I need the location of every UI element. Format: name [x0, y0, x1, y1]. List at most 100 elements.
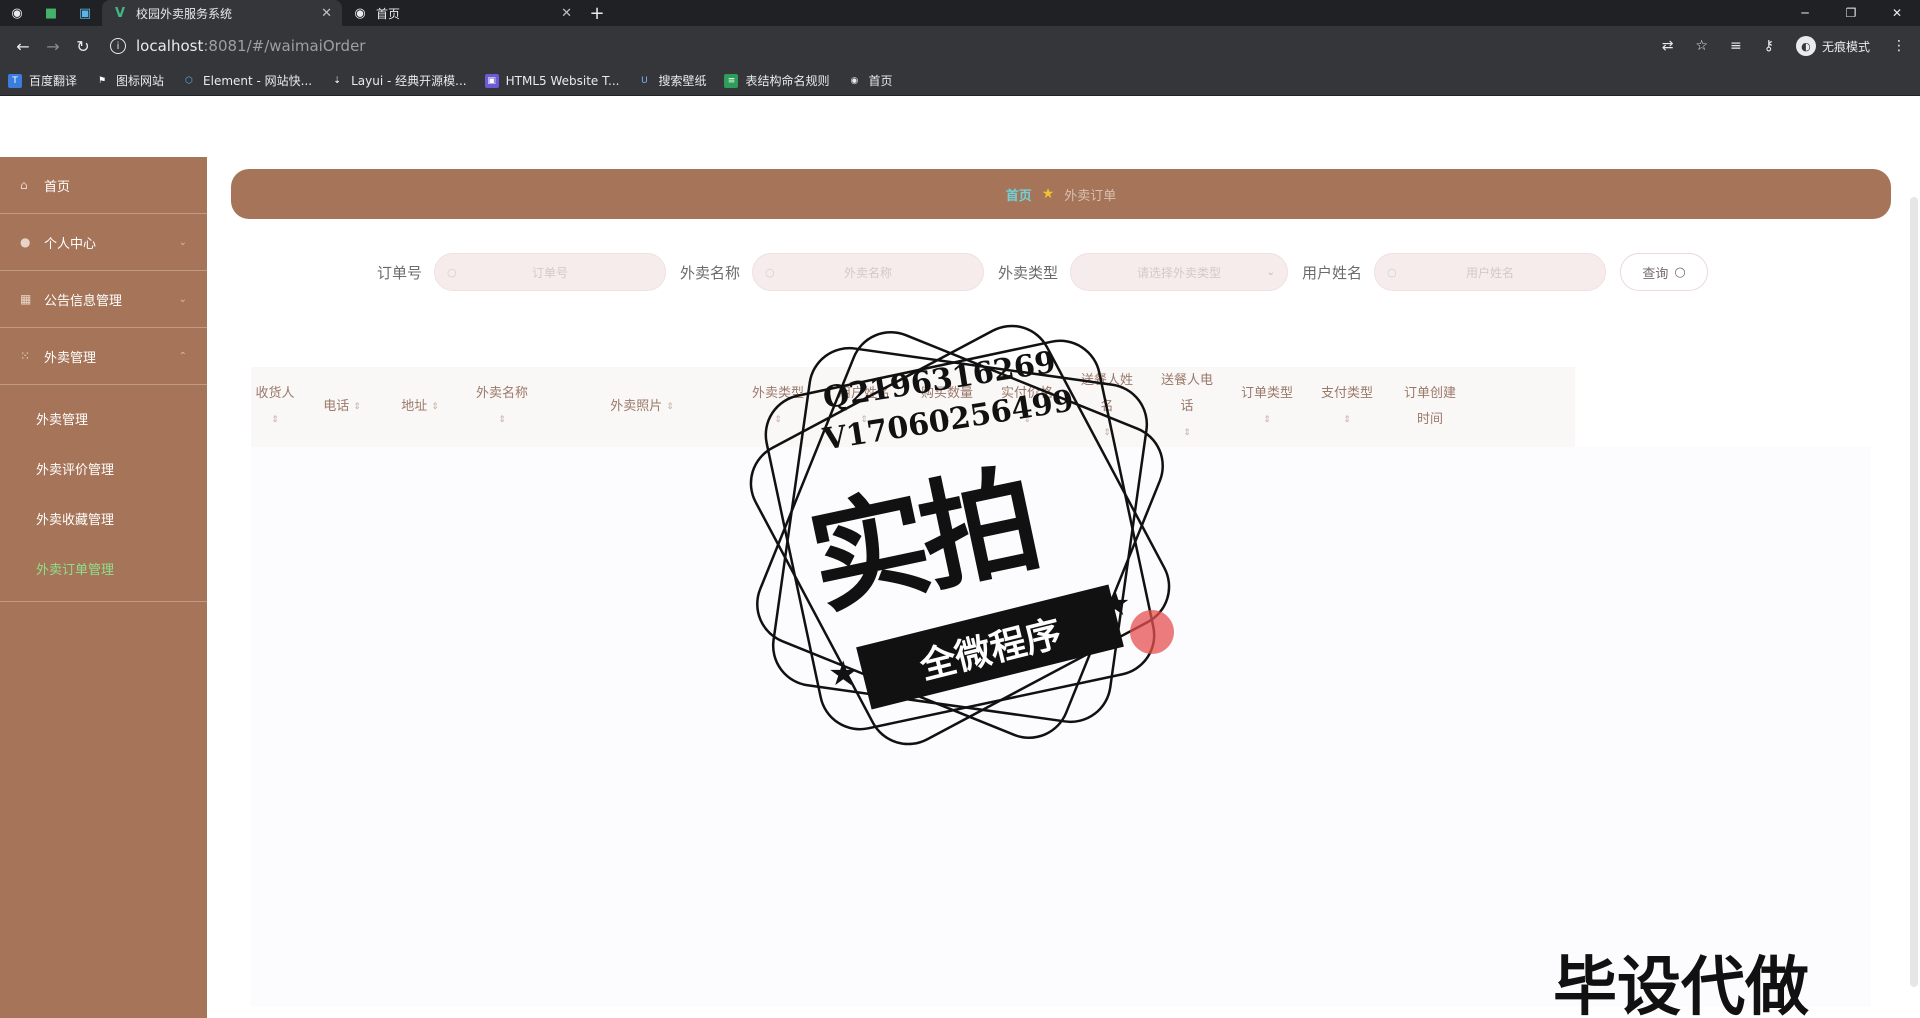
search-form: 订单号 ○ 订单号 外卖名称 ○ 外卖名称 外卖类型 请选择外卖类型 ⌄ 用户姓…: [231, 247, 1891, 297]
user-name-input[interactable]: ○ 用户姓名: [1374, 253, 1607, 291]
bookmark[interactable]: T 百度翻译: [8, 72, 77, 89]
page-scrollbar[interactable]: [1910, 197, 1918, 987]
globe-icon: ◉: [850, 75, 859, 86]
incognito-indicator[interactable]: ◐ 无痕模式: [1795, 36, 1870, 56]
sidebar-item-label: 首页: [44, 179, 71, 195]
menu-icon: ⁙: [20, 349, 31, 363]
food-type-select[interactable]: 请选择外卖类型 ⌄: [1070, 253, 1289, 291]
address-toolbar: ← → ↻ i localhost:8081/#/waimaiOrder ⇄ ☆…: [0, 26, 1920, 66]
sheet-icon: ≡: [724, 73, 739, 88]
bookmark[interactable]: ≡ 表结构命名规则: [724, 72, 829, 89]
reading-list-icon[interactable]: ≡: [1730, 38, 1742, 54]
star-icon: ★: [1041, 186, 1055, 202]
bookmark[interactable]: ⇣ Layui - 经典开源模...: [330, 72, 466, 89]
food-name-input[interactable]: ○ 外卖名称: [752, 253, 985, 291]
bookmark[interactable]: ▣ HTML5 Website T...: [484, 73, 619, 88]
column-header[interactable]: 地址 ⇕: [385, 367, 455, 447]
placeholder: 请选择外卖类型: [1137, 265, 1222, 280]
tab-home[interactable]: ◉ 首页 ✕: [342, 0, 582, 26]
forward-icon[interactable]: →: [38, 37, 68, 56]
sidebar-item-waimai[interactable]: ⁙ 外卖管理 ⌃: [0, 328, 207, 385]
url-bar[interactable]: i localhost:8081/#/waimaiOrder: [110, 31, 365, 61]
pinned-tab[interactable]: ▣: [68, 0, 102, 26]
browser-window: ◉ ■ ▣ V 校园外卖服务系统 ✕ ◉ 首页 ✕ + ─ ❐ ✕ ← → ↻ …: [0, 0, 1920, 1018]
incognito-icon: ◐: [1795, 36, 1816, 56]
column-header[interactable]: 支付类型 ⇕: [1307, 367, 1387, 447]
sort-icon: ⇕: [666, 402, 674, 412]
key-icon[interactable]: ⚷: [1764, 38, 1774, 54]
bookmark[interactable]: ⚑ 图标网站: [95, 72, 164, 89]
chevron-up-icon: ⌃: [178, 350, 187, 362]
search-icon: ○: [1674, 264, 1686, 280]
reload-icon[interactable]: ↻: [68, 37, 98, 56]
close-icon[interactable]: ✕: [561, 6, 572, 21]
new-tab-button[interactable]: +: [582, 0, 612, 26]
close-window-icon[interactable]: ✕: [1874, 0, 1920, 26]
tab-active[interactable]: V 校园外卖服务系统 ✕: [102, 0, 342, 26]
column-header[interactable]: 外卖名称 ⇕: [455, 367, 549, 447]
bookmark[interactable]: U 搜索壁纸: [637, 72, 706, 89]
sidebar-subitem-review[interactable]: 外卖评价管理: [0, 443, 207, 493]
mouse-cursor-highlight: [1130, 610, 1174, 654]
order-number-input[interactable]: ○ 订单号: [434, 253, 667, 291]
bilibili-icon: ▣: [78, 5, 92, 21]
star-icon: ★: [828, 654, 858, 694]
breadcrumb-home[interactable]: 首页: [1006, 185, 1032, 204]
restore-icon[interactable]: ❐: [1828, 0, 1874, 26]
info-icon[interactable]: i: [110, 38, 126, 54]
field-label: 用户姓名: [1302, 263, 1363, 282]
wallpaper-icon: U: [641, 75, 648, 86]
minimize-icon[interactable]: ─: [1782, 0, 1828, 26]
food-name-field: 外卖名称 ○ 外卖名称: [680, 253, 985, 291]
watermark-stamp: ★ ★ Q2196316269 V17060256499 实拍 全微程序: [720, 295, 1200, 775]
sidebar-item-label: 外卖管理: [44, 350, 97, 366]
bookmark[interactable]: ◉ 首页: [847, 72, 893, 89]
translate-icon[interactable]: ⇄: [1662, 38, 1674, 54]
back-icon[interactable]: ←: [8, 37, 38, 56]
column-header[interactable]: 外卖照片 ⇕: [549, 367, 735, 447]
column-header[interactable]: 订单创建时间: [1387, 367, 1473, 447]
url-host: localhost: [136, 37, 204, 55]
pinned-tab[interactable]: ■: [34, 0, 68, 26]
sidebar-subitem-order[interactable]: 外卖订单管理: [0, 543, 207, 593]
flag-icon: ⚑: [97, 75, 107, 86]
tab-bar: ◉ ■ ▣ V 校园外卖服务系统 ✕ ◉ 首页 ✕ + ─ ❐ ✕: [0, 0, 1920, 26]
field-label: 外卖类型: [998, 263, 1059, 282]
more-icon[interactable]: ⋮: [1892, 38, 1906, 54]
sidebar-item-notice[interactable]: ▦ 公告信息管理 ⌄: [0, 271, 207, 328]
incognito-label: 无痕模式: [1821, 39, 1870, 54]
tab-title: 校园外卖服务系统: [136, 6, 233, 21]
corner-watermark: 毕设代做: [1553, 951, 1809, 1018]
tab-title: 首页: [376, 6, 401, 21]
close-icon[interactable]: ✕: [321, 6, 332, 21]
column-header[interactable]: 电话 ⇕: [299, 367, 385, 447]
star-icon[interactable]: ☆: [1695, 38, 1708, 54]
sidebar-subitem-favorite[interactable]: 外卖收藏管理: [0, 493, 207, 543]
sidebar-item-profile[interactable]: ● 个人中心 ⌄: [0, 214, 207, 271]
sidebar-item-label: 公告信息管理: [44, 293, 123, 309]
column-header[interactable]: 收货人 ⇕: [251, 367, 299, 447]
translate-icon: T: [8, 73, 22, 88]
breadcrumb-current: 外卖订单: [1064, 188, 1117, 204]
bookmarks-bar: T 百度翻译 ⚑ 图标网站 ⬡ Element - 网站快... ⇣ Layui - 经…: [0, 66, 1920, 96]
column-header[interactable]: 订单类型 ⇕: [1227, 367, 1307, 447]
app-icon: ■: [44, 5, 58, 21]
pinned-tab[interactable]: ◉: [0, 0, 34, 26]
html5-icon: ▣: [484, 73, 499, 88]
field-label: 外卖名称: [680, 263, 741, 282]
sort-icon: ⇕: [271, 415, 279, 425]
sidebar-item-home[interactable]: ⌂ 首页: [0, 157, 207, 214]
user-name-field: 用户姓名 ○ 用户姓名: [1302, 253, 1607, 291]
vue-icon: V: [114, 5, 126, 21]
order-number-field: 订单号 ○ 订单号: [377, 253, 667, 291]
globe-icon: ◉: [11, 5, 23, 21]
chevron-down-icon: ⌄: [178, 293, 187, 305]
bookmark[interactable]: ⬡ Element - 网站快...: [182, 72, 312, 89]
window-controls: ─ ❐ ✕: [1782, 0, 1920, 26]
url-path: :8081/#/waimaiOrder: [203, 37, 366, 55]
sidebar-subitem-waimai[interactable]: 外卖管理: [0, 393, 207, 443]
field-label: 订单号: [377, 263, 423, 282]
user-icon: ●: [20, 235, 31, 249]
query-button[interactable]: 查询 ○: [1620, 253, 1709, 291]
sidebar: ⌂ 首页 ● 个人中心 ⌄ ▦ 公告信息管理 ⌄ ⁙ 外卖管理 ⌃ 外卖管理 外…: [0, 157, 207, 1018]
